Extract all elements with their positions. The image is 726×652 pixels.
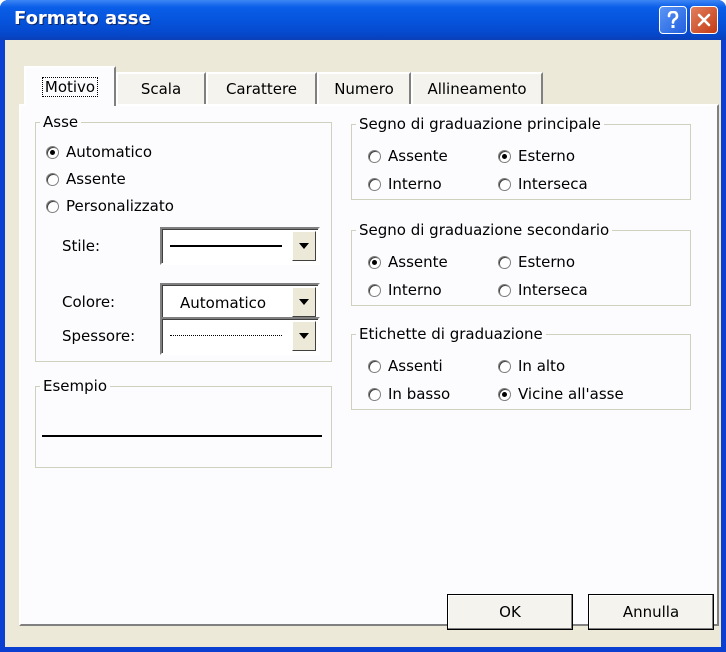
radio-label: Interno: [388, 175, 442, 193]
tab-label: Carattere: [225, 80, 298, 98]
asse-radio-assente[interactable]: Assente: [46, 170, 126, 188]
principale-radio-interseca[interactable]: Interseca: [498, 175, 588, 193]
segno-principale-group: Segno di graduazione principale Assente …: [351, 115, 691, 200]
asse-radio-automatico[interactable]: Automatico: [46, 143, 152, 161]
colore-label: Colore:: [62, 293, 116, 311]
secondario-radio-assente[interactable]: Assente: [368, 253, 448, 271]
tab-label: Motivo: [41, 77, 99, 97]
radio-icon: [368, 149, 381, 163]
tab-numero[interactable]: Numero: [317, 72, 411, 104]
segno-principale-legend: Segno di graduazione principale: [356, 115, 604, 133]
esempio-legend: Esempio: [40, 377, 110, 395]
radio-label: Vicine all'asse: [518, 385, 624, 403]
radio-icon: [46, 172, 59, 186]
etichette-radio-in-basso[interactable]: In basso: [368, 385, 450, 403]
ok-button[interactable]: OK: [447, 594, 573, 630]
tab-label: Allineamento: [427, 80, 527, 98]
principale-radio-interno[interactable]: Interno: [368, 175, 442, 193]
etichette-radio-assenti[interactable]: Assenti: [368, 357, 443, 375]
radio-label: Assente: [388, 253, 448, 271]
segno-secondario-group: Segno di graduazione secondario Assente …: [351, 221, 691, 306]
close-icon: [697, 13, 711, 27]
radio-icon: [368, 283, 381, 297]
chevron-down-icon: [299, 299, 309, 305]
spessore-dropdown-button[interactable]: [292, 321, 316, 351]
title-bar[interactable]: Formato asse: [0, 0, 726, 40]
colore-combo[interactable]: Automatico: [160, 283, 320, 321]
radio-icon: [498, 177, 511, 191]
solid-line-sample: [170, 245, 282, 247]
thin-line-sample: [170, 335, 282, 336]
segno-secondario-legend: Segno di graduazione secondario: [356, 221, 613, 239]
radio-label: Interno: [388, 281, 442, 299]
radio-icon: [498, 359, 511, 373]
close-button[interactable]: [690, 6, 718, 34]
window-title: Formato asse: [14, 8, 151, 29]
radio-icon: [368, 255, 381, 269]
secondario-radio-interno[interactable]: Interno: [368, 281, 442, 299]
radio-icon: [368, 177, 381, 191]
colore-dropdown-button[interactable]: [292, 287, 316, 317]
dialog-body: Motivo Scala Carattere Numero Allineamen…: [5, 40, 721, 647]
radio-icon: [368, 359, 381, 373]
tab-panel-motivo: Asse Automatico Assente Personalizzato S…: [19, 104, 719, 626]
radio-label: In basso: [388, 385, 451, 403]
principale-radio-esterno[interactable]: Esterno: [498, 147, 575, 165]
esempio-group: Esempio: [35, 377, 332, 468]
radio-label: Automatico: [66, 143, 153, 161]
etichette-radio-in-alto[interactable]: In alto: [498, 357, 565, 375]
tab-label: Scala: [140, 80, 182, 98]
ok-button-label: OK: [499, 603, 521, 621]
radio-icon: [498, 387, 511, 401]
etichette-radio-vicine-asse[interactable]: Vicine all'asse: [498, 385, 624, 403]
radio-label: In alto: [518, 357, 566, 375]
radio-icon: [498, 255, 511, 269]
radio-label: Personalizzato: [66, 197, 174, 215]
cancel-button[interactable]: Annulla: [588, 594, 714, 630]
tab-allineamento[interactable]: Allineamento: [411, 72, 543, 104]
radio-label: Esterno: [518, 147, 575, 165]
stile-dropdown-button[interactable]: [292, 231, 316, 261]
spessore-label: Spessore:: [62, 327, 136, 345]
tab-carattere[interactable]: Carattere: [206, 72, 317, 104]
colore-value: Automatico: [180, 294, 267, 312]
etichette-legend: Etichette di graduazione: [356, 325, 546, 343]
radio-label: Assenti: [388, 357, 443, 375]
secondario-radio-interseca[interactable]: Interseca: [498, 281, 588, 299]
question-mark-icon: [667, 11, 679, 28]
tab-label: Numero: [334, 80, 394, 98]
asse-group: Asse Automatico Assente Personalizzato S…: [35, 113, 332, 362]
sample-line: [42, 435, 322, 437]
radio-label: Interseca: [518, 281, 588, 299]
spessore-combo[interactable]: [160, 317, 320, 355]
help-button[interactable]: [659, 6, 687, 34]
radio-label: Interseca: [518, 175, 588, 193]
radio-label: Esterno: [518, 253, 575, 271]
tab-scala[interactable]: Scala: [116, 72, 206, 104]
radio-icon: [46, 199, 59, 213]
radio-label: Assente: [388, 147, 448, 165]
chevron-down-icon: [299, 333, 309, 339]
cancel-button-label: Annulla: [622, 603, 680, 621]
radio-label: Assente: [66, 170, 126, 188]
secondario-radio-esterno[interactable]: Esterno: [498, 253, 575, 271]
principale-radio-assente[interactable]: Assente: [368, 147, 448, 165]
stile-combo[interactable]: [160, 227, 320, 265]
radio-icon: [46, 145, 59, 159]
stile-label: Stile:: [62, 237, 101, 255]
radio-icon: [498, 283, 511, 297]
etichette-group: Etichette di graduazione Assenti In alto…: [351, 325, 691, 410]
chevron-down-icon: [299, 243, 309, 249]
asse-radio-personalizzato[interactable]: Personalizzato: [46, 197, 174, 215]
asse-legend: Asse: [40, 113, 82, 131]
dialog-window: Formato asse Motivo Scala Carattere Nume…: [0, 0, 726, 652]
radio-icon: [368, 387, 381, 401]
tab-motivo[interactable]: Motivo: [24, 66, 116, 106]
radio-icon: [498, 149, 511, 163]
